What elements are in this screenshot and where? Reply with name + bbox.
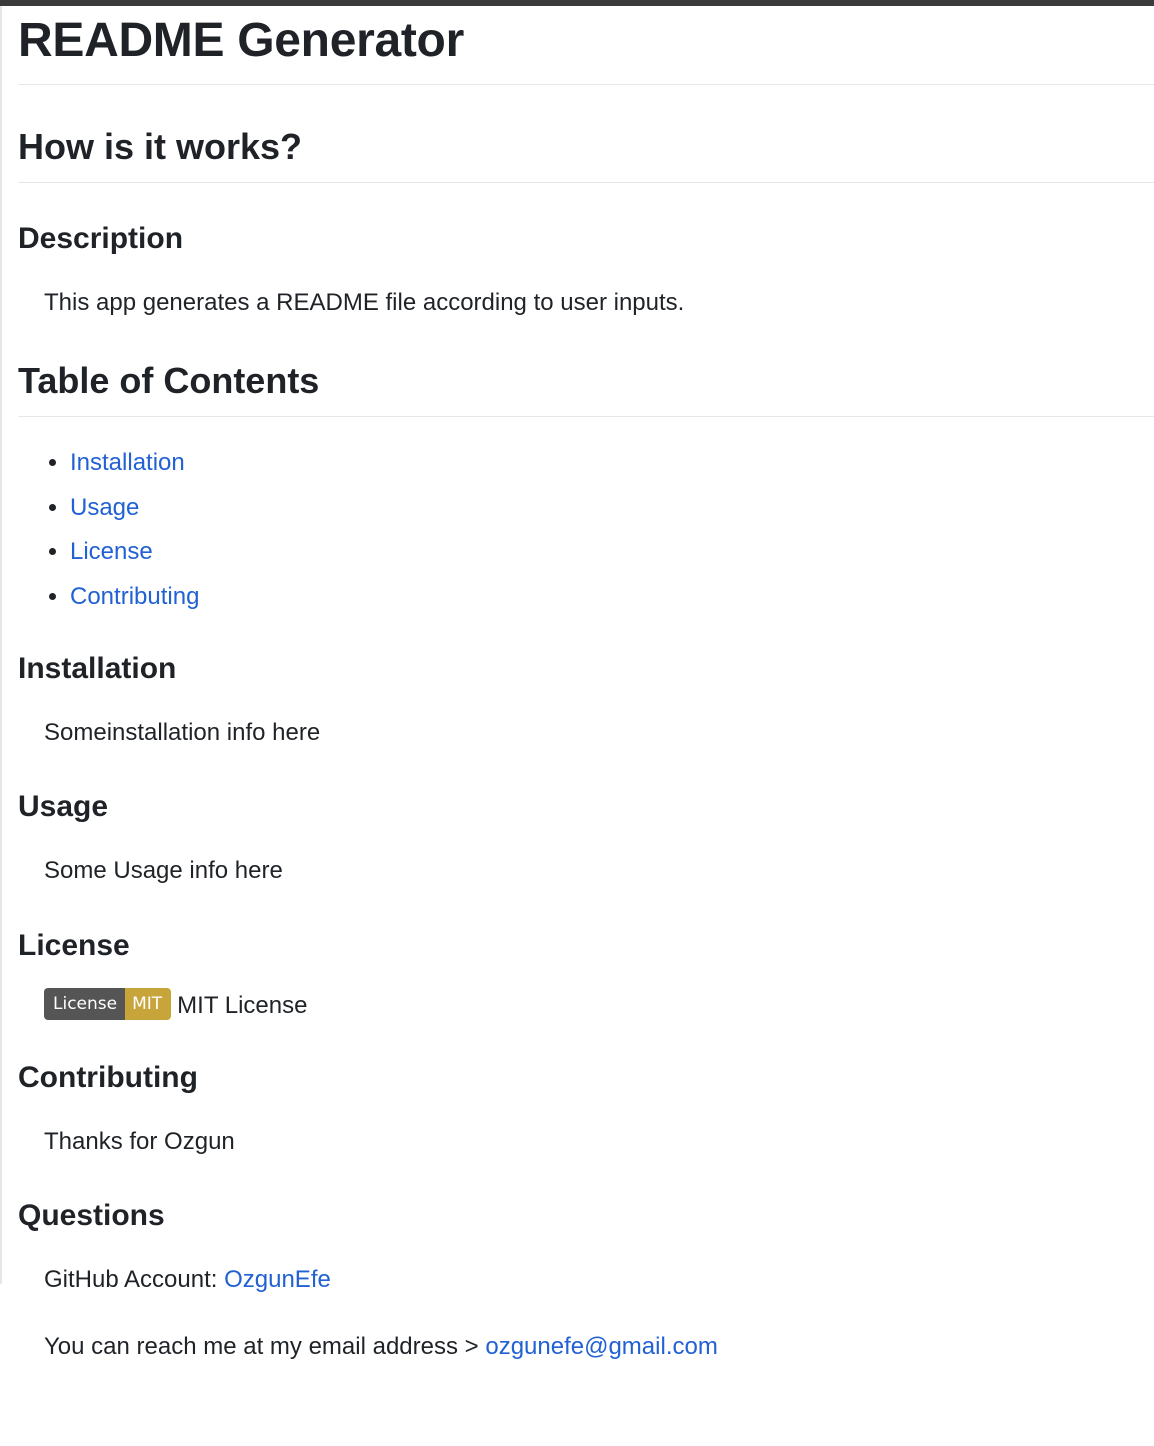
license-heading: License [18, 928, 130, 962]
toc-item: Installation [70, 447, 1154, 479]
github-link[interactable]: OzgunEfe [224, 1266, 331, 1293]
description-text: This app generates a README file accordi… [44, 288, 685, 316]
toc-list: Installation Usage License Contributing [18, 447, 1154, 613]
license-line: License MIT MIT License [18, 987, 1154, 1022]
badge-label: License [44, 987, 126, 1020]
readme-document: README Generator How is it works? Descri… [18, 6, 1154, 1363]
toc-item: License [70, 536, 1154, 568]
email-label: You can reach me at my email address > [44, 1332, 486, 1360]
github-label: GitHub Account: [44, 1266, 225, 1294]
toc-heading: Table of Contents [18, 359, 1154, 418]
usage-text: Some Usage info here [44, 857, 283, 885]
installation-text: Someinstallation info here [44, 718, 321, 746]
description-heading: Description [18, 221, 184, 255]
badge-value: MIT [125, 987, 172, 1020]
license-badge[interactable]: License MIT [44, 987, 172, 1020]
questions-heading: Questions [18, 1199, 165, 1233]
toc-item: Contributing [70, 581, 1154, 613]
toc-link-license[interactable]: License [70, 538, 153, 565]
toc-item: Usage [70, 492, 1154, 524]
email-line: You can reach me at my email address > o… [18, 1331, 1154, 1363]
page-title: README Generator [18, 6, 1154, 85]
installation-heading: Installation [18, 651, 177, 685]
left-border [0, 6, 2, 1284]
email-link[interactable]: ozgunefe@gmail.com [485, 1333, 717, 1360]
toc-link-installation[interactable]: Installation [70, 449, 185, 476]
contributing-text: Thanks for Ozgun [44, 1128, 235, 1156]
toc-link-usage[interactable]: Usage [70, 494, 139, 521]
license-text: MIT License [177, 991, 308, 1019]
github-line: GitHub Account: OzgunEfe [18, 1264, 1154, 1296]
contributing-heading: Contributing [18, 1061, 198, 1095]
how-heading: How is it works? [18, 125, 1154, 183]
toc-link-contributing[interactable]: Contributing [70, 583, 199, 610]
usage-heading: Usage [18, 790, 109, 824]
